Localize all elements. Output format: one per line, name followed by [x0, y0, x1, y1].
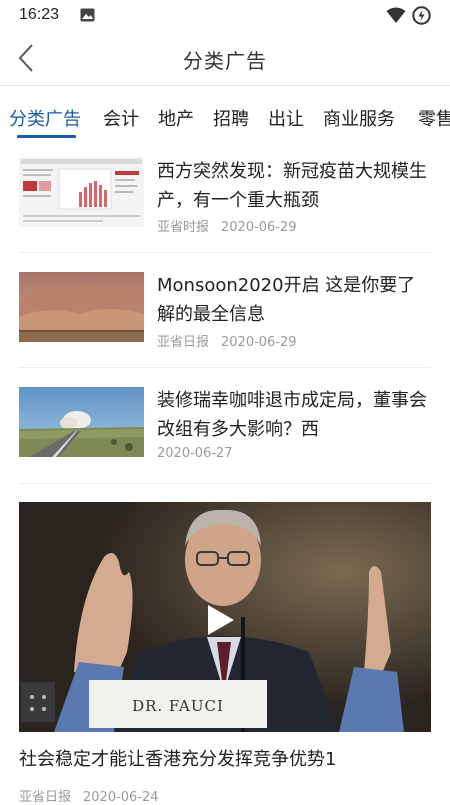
nameplate-text: DR. FAUCI — [132, 697, 224, 715]
divider — [19, 483, 431, 484]
tab-business-services[interactable]: 商业服务 — [323, 105, 395, 131]
category-tabs: 分类广告 会计 地产 招聘 出让 商业服务 零售 — [0, 86, 450, 140]
nav-bar: 分类广告 — [0, 32, 450, 86]
tab-accounting[interactable]: 会计 — [103, 105, 139, 131]
news-title: 装修瑞幸咖啡退市成定局，董事会改组有多大影响？西 — [157, 390, 427, 440]
video-title: 社会稳定才能让香港充分发挥竞争优势1 — [19, 749, 337, 770]
news-item[interactable]: 西方突然发现：新冠疫苗大规模生产，有一个重大瓶颈 亚省时报 2020-06-29 — [0, 140, 450, 252]
news-meta: 亚省日报 2020-06-29 — [157, 331, 297, 350]
tab-classified-ads[interactable]: 分类广告 — [9, 105, 81, 131]
page-title: 分类广告 — [183, 49, 267, 73]
news-date: 2020-06-29 — [221, 335, 297, 350]
news-title: Monsoon2020开启 这是你要了解的最全信息 — [157, 275, 416, 325]
video-meta: 亚省日报 2020-06-24 — [19, 786, 159, 805]
video-date: 2020-06-24 — [83, 790, 159, 805]
news-meta: 亚省时报 2020-06-29 — [157, 216, 297, 235]
image-notification-icon — [80, 8, 95, 22]
wifi-icon — [386, 7, 406, 23]
play-icon[interactable] — [200, 600, 240, 640]
battery-icon — [412, 6, 431, 25]
tab-transfer[interactable]: 出让 — [268, 105, 304, 131]
news-meta: 2020-06-27 — [157, 446, 233, 461]
news-item[interactable]: 装修瑞幸咖啡退市成定局，董事会改组有多大影响？西 2020-06-27 — [0, 368, 450, 482]
news-thumbnail — [19, 272, 144, 342]
tab-retail[interactable]: 零售 — [418, 105, 450, 131]
news-source: 亚省日报 — [157, 335, 210, 350]
news-title: 西方突然发现：新冠疫苗大规模生产，有一个重大瓶颈 — [157, 161, 427, 211]
news-source: 亚省时报 — [157, 220, 210, 235]
status-time: 16:23 — [19, 6, 60, 23]
active-tab-indicator — [17, 135, 76, 138]
tab-real-estate[interactable]: 地产 — [158, 105, 194, 131]
tab-recruitment[interactable]: 招聘 — [213, 105, 249, 131]
news-date: 2020-06-29 — [221, 220, 297, 235]
news-item[interactable]: Monsoon2020开启 这是你要了解的最全信息 亚省日报 2020-06-29 — [0, 253, 450, 367]
status-bar: 16:23 — [0, 0, 450, 32]
video-source: 亚省日报 — [19, 790, 72, 805]
news-thumbnail — [19, 157, 144, 227]
news-thumbnail — [19, 387, 144, 457]
news-date: 2020-06-27 — [157, 446, 233, 461]
